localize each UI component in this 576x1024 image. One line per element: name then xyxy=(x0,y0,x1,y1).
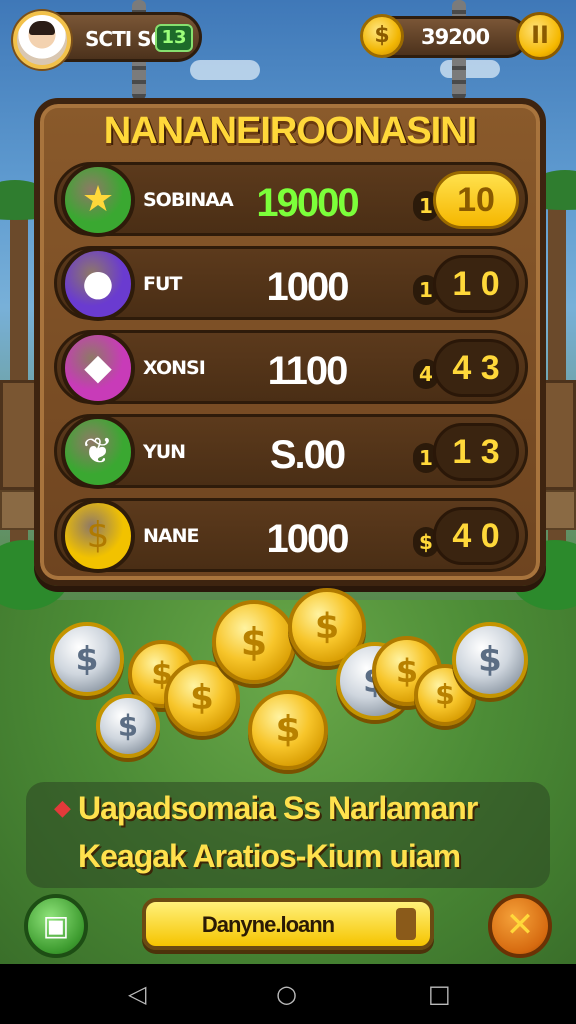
coin-icon: $ xyxy=(96,694,160,758)
pause-button[interactable]: II xyxy=(516,12,564,60)
board-row: ❦ YUN S.00 1 1 3 xyxy=(54,414,528,489)
score-board: NANANEIROONASINI ★ SOBINAA 19000 1 10 ● FUT 100… xyxy=(34,98,546,586)
fence xyxy=(0,490,36,530)
avatar-hair xyxy=(29,21,55,35)
system-nav-bar: ◁ ○ □ xyxy=(0,964,576,1024)
row-action-button[interactable]: 10 xyxy=(433,171,519,229)
coin-icon: $ xyxy=(452,622,528,698)
top-bar: SCTI SO 13 39200 $ II xyxy=(12,11,564,69)
banner-line-1: Uapadsomaia Ss Narlamanr xyxy=(78,790,478,826)
banner-line-2: Keagak Aratios-Kium uiam xyxy=(78,838,461,874)
gem-icon: ◆ xyxy=(61,331,135,405)
leaf-icon: ❦ xyxy=(61,415,135,489)
back-icon[interactable]: ◁ xyxy=(128,982,146,1006)
bag-button[interactable]: ▣ xyxy=(24,894,88,958)
row-value: 1000 xyxy=(266,265,350,309)
board-row: $ NANE 1000 $4 0 xyxy=(54,498,528,573)
close-button[interactable]: ✕ xyxy=(488,894,552,958)
action-button-label: Danyne.loann xyxy=(201,912,335,937)
row-action-button[interactable]: 1 0 xyxy=(433,255,519,313)
coin-icon: $ xyxy=(248,690,328,770)
board-row: ● FUT 1000 1 1 0 xyxy=(54,246,528,321)
message-banner: ◆ Uapadsomaia Ss Narlamanr Keagak Aratio… xyxy=(26,782,550,888)
location-pin-icon: ◆ xyxy=(54,796,71,821)
coin-icon: $ xyxy=(360,14,404,58)
player-level-badge: 13 xyxy=(155,24,193,52)
row-label: XONSI xyxy=(143,357,206,379)
cherry-icon: ● xyxy=(61,247,135,321)
board-row: ★ SOBINAA 19000 1 10 xyxy=(54,162,528,237)
row-label: FUT xyxy=(143,273,182,295)
avatar[interactable] xyxy=(13,11,71,69)
row-label: SOBINAA xyxy=(143,189,234,211)
star-icon: ★ xyxy=(61,163,135,237)
row-action-button[interactable]: 4 0 xyxy=(433,507,519,565)
coin-icon: $ xyxy=(50,622,124,696)
row-value: 1000 xyxy=(266,517,350,561)
row-value: 19000 xyxy=(256,181,359,225)
coin-icon: $ xyxy=(212,600,296,684)
board-row: ◆ XONSI 1100 4 4 3 xyxy=(54,330,528,405)
row-value: S.00 xyxy=(269,433,346,477)
coin-amount: 39200 xyxy=(421,25,490,49)
player-profile[interactable]: SCTI SO 13 xyxy=(12,11,202,69)
row-value: 1100 xyxy=(267,349,349,393)
row-label: YUN xyxy=(143,441,186,463)
recents-icon[interactable]: □ xyxy=(428,982,451,1006)
action-button-cap xyxy=(396,908,416,940)
home-icon[interactable]: ○ xyxy=(276,982,297,1006)
dollar-coin-icon: $ xyxy=(61,499,135,573)
row-action-button[interactable]: 1 3 xyxy=(433,423,519,481)
action-button[interactable]: Danyne.loann xyxy=(142,898,434,950)
row-label: NANE xyxy=(143,525,199,547)
board-title: NANANEIROONASINI xyxy=(103,110,477,152)
row-action-button[interactable]: 4 3 xyxy=(433,339,519,397)
fence xyxy=(542,490,576,530)
